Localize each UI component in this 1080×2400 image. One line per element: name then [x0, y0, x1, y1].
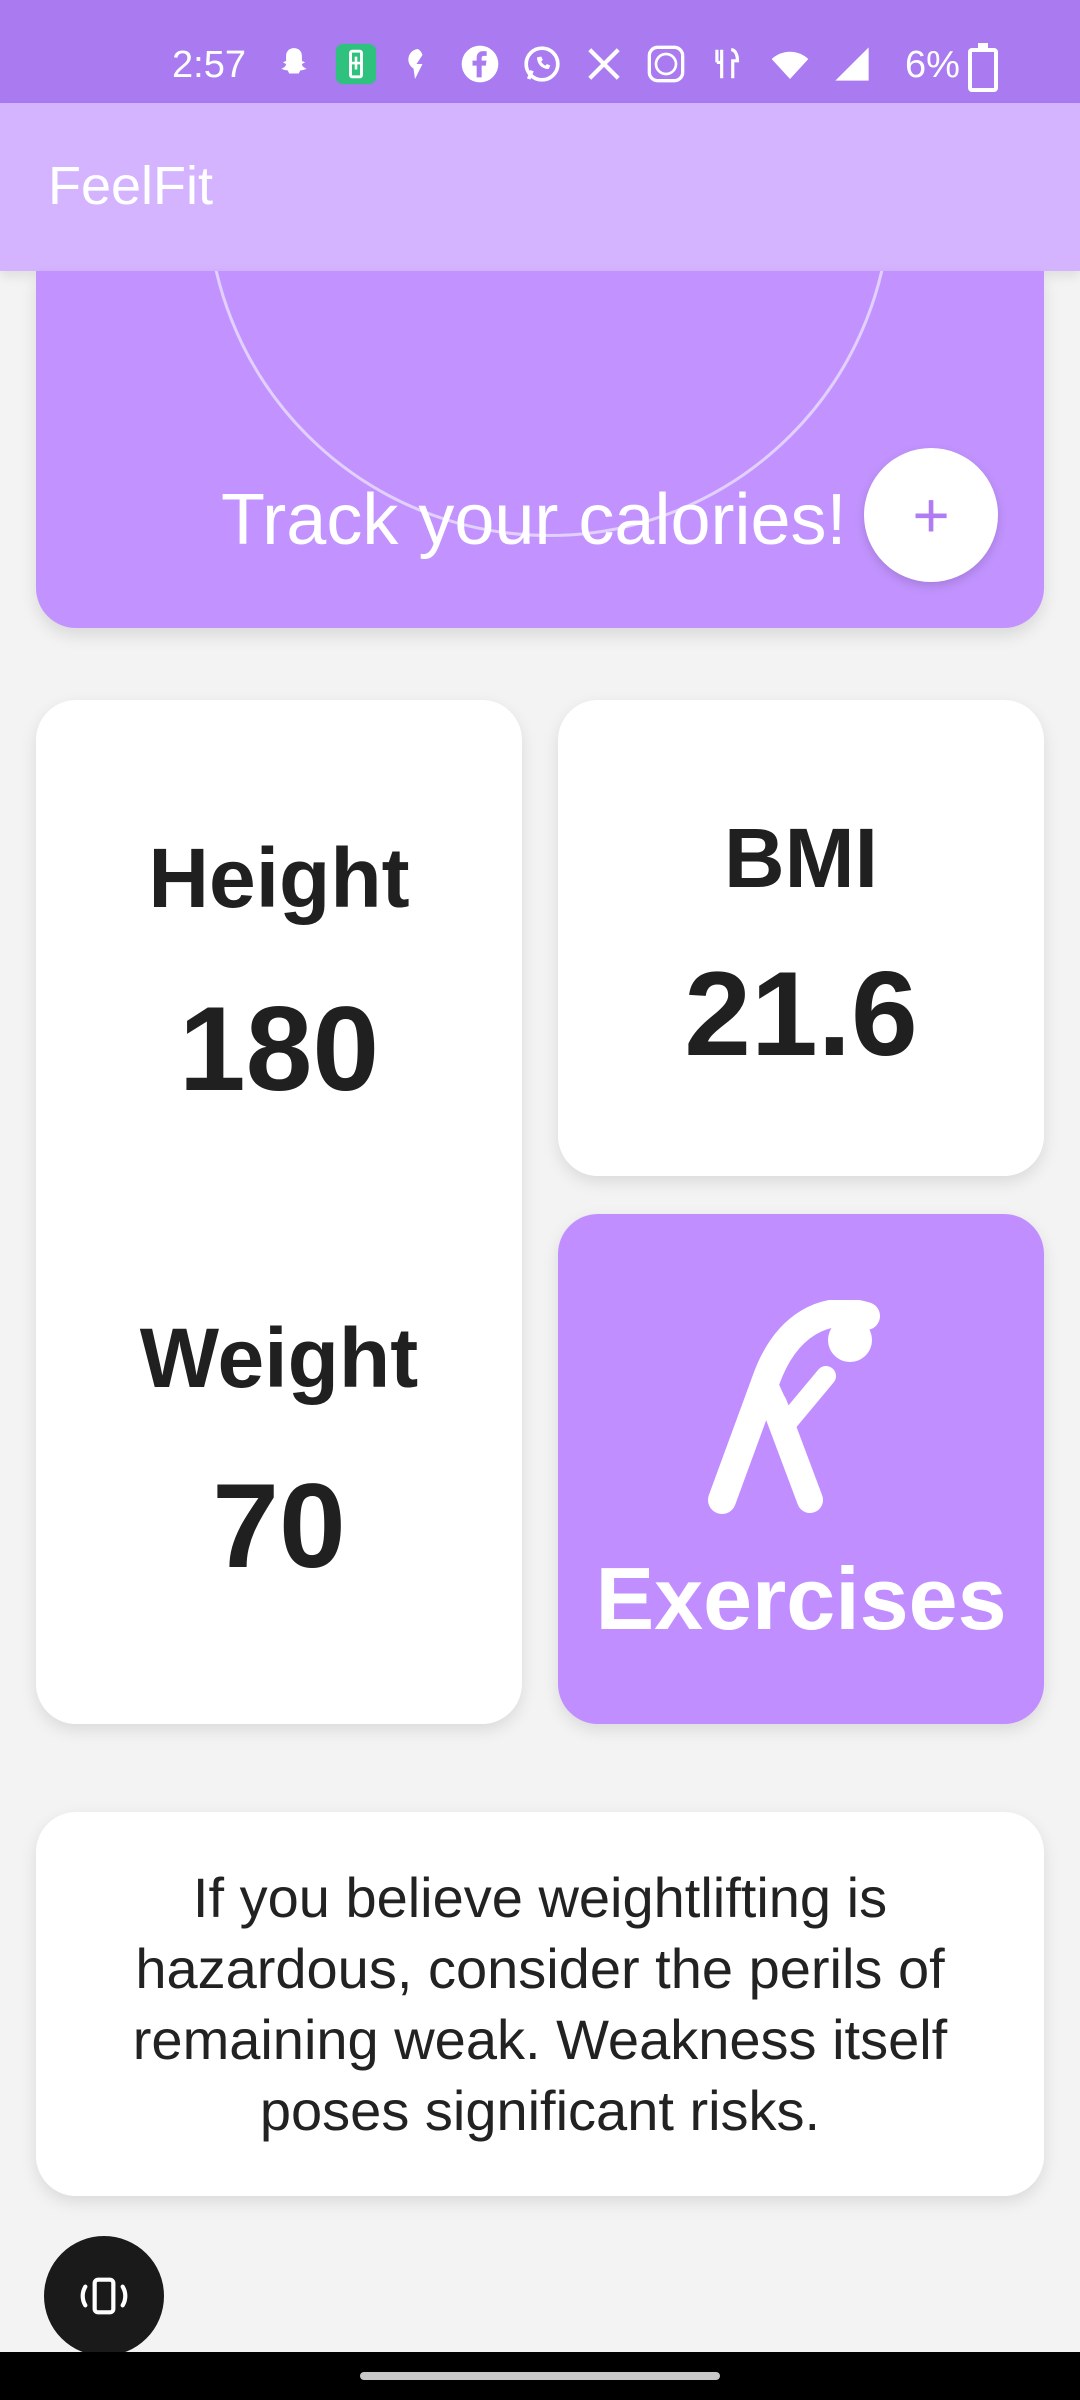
stretching-icon [708, 1300, 880, 1514]
rotate-icon [80, 2277, 128, 2315]
status-icons [272, 42, 874, 86]
app-title: FeelFit [48, 156, 214, 216]
food-icon [706, 42, 750, 86]
bmi-value: 21.6 [684, 947, 918, 1081]
status-time: 2:57 [172, 44, 246, 86]
calories-label: Track your calories! [221, 480, 847, 560]
whatsapp-icon [520, 42, 564, 86]
snapchat-icon [272, 42, 316, 86]
calories-card[interactable]: Track your calories! + [36, 271, 1044, 628]
facebook-icon [458, 42, 502, 86]
home-gesture-handle[interactable] [360, 2372, 720, 2380]
battery-saver-icon [334, 42, 378, 86]
exercises-card[interactable]: Exercises [558, 1214, 1044, 1724]
height-weight-card[interactable]: Height 180 Weight 70 [36, 700, 522, 1724]
battery-percent: 6% [905, 44, 960, 86]
exercises-label: Exercises [595, 1549, 1007, 1648]
bmi-card[interactable]: BMI 21.6 [558, 700, 1044, 1176]
weight-value: 70 [212, 1459, 346, 1593]
battery-icon [968, 43, 998, 92]
status-bar: 2:57 6% [0, 0, 1080, 103]
bmi-label: BMI [724, 811, 878, 905]
x-icon [582, 42, 626, 86]
notification-icon [396, 42, 440, 86]
quote-card: If you believe weightlifting is hazardou… [36, 1812, 1044, 2196]
cb-icon [644, 42, 688, 86]
app-bar: FeelFit [0, 103, 1080, 271]
wifi-icon [768, 42, 812, 86]
weight-label: Weight [139, 1311, 419, 1405]
rotate-screen-button[interactable] [44, 2236, 164, 2356]
height-label: Height [148, 831, 410, 925]
quote-text: If you believe weightlifting is hazardou… [132, 1866, 948, 2142]
add-calories-button[interactable]: + [864, 448, 998, 582]
height-value: 180 [178, 982, 380, 1116]
signal-icon [830, 42, 874, 86]
